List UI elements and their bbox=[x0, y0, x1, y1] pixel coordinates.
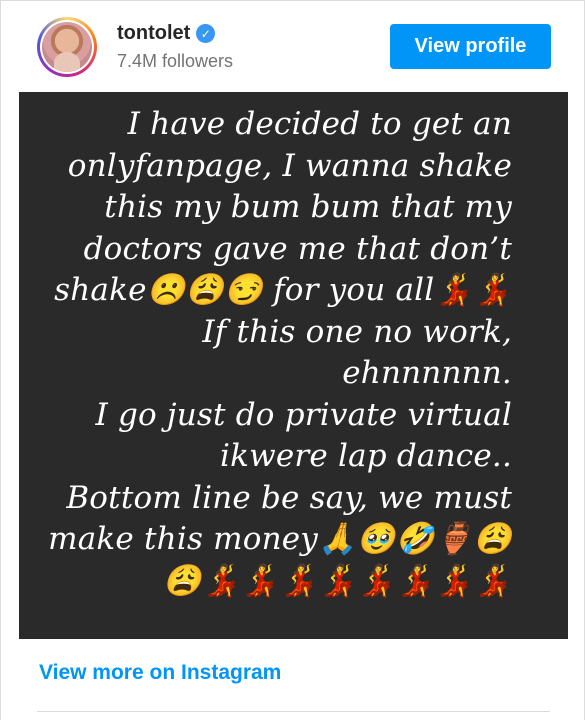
username-row: tontolet ✓ bbox=[117, 22, 216, 45]
avatar-image bbox=[42, 22, 92, 72]
avatar[interactable] bbox=[37, 17, 97, 77]
username[interactable]: tontolet bbox=[117, 22, 190, 45]
post-text: I have decided to get an onlyfanpage, I … bbox=[48, 106, 512, 599]
verified-badge-icon: ✓ bbox=[196, 24, 216, 43]
instagram-embed-card: tontolet ✓ 7.4M followers View profile I… bbox=[0, 0, 585, 720]
divider bbox=[37, 711, 550, 712]
post-header: tontolet ✓ 7.4M followers View profile bbox=[1, 1, 584, 91]
post-image[interactable]: I have decided to get an onlyfanpage, I … bbox=[19, 92, 568, 639]
followers-count: 7.4M followers bbox=[117, 51, 234, 71]
view-profile-button[interactable]: View profile bbox=[390, 24, 551, 69]
view-more-link[interactable]: View more on Instagram bbox=[39, 661, 281, 685]
